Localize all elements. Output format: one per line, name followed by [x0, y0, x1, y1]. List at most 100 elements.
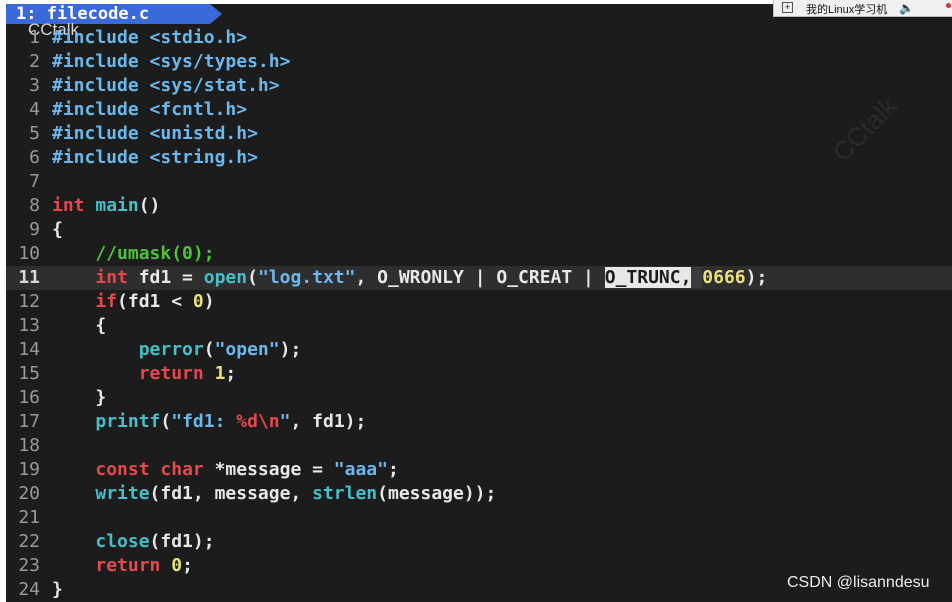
code-text[interactable]: #include <string.h>: [52, 146, 258, 170]
window-title: 我的Linux学习机: [806, 4, 888, 16]
code-line[interactable]: 5 #include <unistd.h>: [6, 122, 952, 146]
code-line[interactable]: 15 return 1;: [6, 362, 952, 386]
line-number: 11: [18, 267, 40, 288]
code-token: );: [745, 267, 768, 288]
code-line[interactable]: 7: [6, 170, 952, 194]
code-text[interactable]: return 1;: [52, 362, 237, 386]
code-line[interactable]: 9{: [6, 218, 952, 242]
code-line[interactable]: 11 int fd1 = open("log.txt", O_WRONLY | …: [6, 266, 952, 290]
code-line[interactable]: 20 write(fd1, message, strlen(message));: [6, 482, 952, 506]
code-text[interactable]: #include <sys/types.h>: [52, 50, 290, 74]
code-line[interactable]: 12 if(fd1 < 0): [6, 290, 952, 314]
code-token: \n: [257, 411, 280, 432]
code-text[interactable]: #include <unistd.h>: [52, 122, 258, 146]
code-token: #include: [52, 75, 150, 96]
record-dot-icon: [946, 3, 951, 8]
code-line[interactable]: 3 #include <sys/stat.h>: [6, 74, 952, 98]
code-text[interactable]: return 0;: [52, 554, 193, 578]
code-token: "fd1:: [171, 411, 237, 432]
code-text[interactable]: }: [52, 578, 63, 602]
code-token: if: [95, 291, 118, 312]
code-line[interactable]: 16 }: [6, 386, 952, 410]
code-line[interactable]: 19 const char *message = "aaa";: [6, 458, 952, 482]
line-number: 21: [18, 507, 40, 528]
line-number: 15: [18, 363, 40, 384]
code-token: "log.txt": [257, 267, 356, 288]
code-line[interactable]: 4 #include <fcntl.h>: [6, 98, 952, 122]
code-token: (: [247, 267, 258, 288]
code-line[interactable]: 1 #include <stdio.h>: [6, 26, 952, 50]
code-line[interactable]: 8 int main(): [6, 194, 952, 218]
code-text[interactable]: if(fd1 < 0): [52, 290, 214, 314]
code-token: (): [138, 195, 161, 216]
code-text[interactable]: #include <fcntl.h>: [52, 98, 247, 122]
code-text[interactable]: {: [52, 314, 106, 338]
code-text[interactable]: }: [52, 386, 106, 410]
code-line[interactable]: 2 #include <sys/types.h>: [6, 50, 952, 74]
code-token: open: [203, 267, 248, 288]
code-token: printf: [95, 411, 161, 432]
code-line[interactable]: 18: [6, 434, 952, 458]
line-number: 2: [29, 51, 40, 72]
code-token: #include: [52, 99, 150, 120]
code-text[interactable]: write(fd1, message, strlen(message));: [52, 482, 496, 506]
line-number: 3: [29, 75, 40, 96]
line-number: 7: [29, 171, 40, 192]
code-token: ": [279, 411, 291, 432]
code-token: perror: [138, 339, 204, 360]
code-token: (fd1);: [149, 531, 215, 552]
code-token: %d: [236, 411, 258, 432]
code-text[interactable]: const char *message = "aaa";: [52, 458, 399, 482]
line-number: 9: [29, 219, 40, 240]
code-token: //umask(0);: [95, 243, 215, 264]
line-number: 17: [18, 411, 40, 432]
code-token: write: [95, 483, 150, 504]
code-token: 0: [171, 555, 183, 576]
code-token: {: [52, 315, 107, 336]
code-line[interactable]: 17 printf("fd1: %d\n", fd1);: [6, 410, 952, 434]
code-area[interactable]: 1 #include <stdio.h> 2 #include <sys/types.…: [6, 26, 952, 602]
code-text[interactable]: int main(): [52, 194, 160, 218]
code-token: <stdio.h>: [149, 27, 248, 48]
text-cursor: [691, 267, 703, 288]
code-text[interactable]: //umask(0);: [52, 242, 215, 266]
code-token: (fd1 <: [117, 291, 193, 312]
code-token: #include: [52, 27, 150, 48]
code-token: <string.h>: [149, 147, 258, 168]
code-text[interactable]: int fd1 = open("log.txt", O_WRONLY | O_C…: [52, 266, 767, 290]
line-number: 12: [18, 291, 40, 312]
code-text[interactable]: #include <sys/stat.h>: [52, 74, 280, 98]
code-text[interactable]: printf("fd1: %d\n", fd1);: [52, 410, 366, 434]
code-token: (fd1, message,: [149, 483, 313, 504]
code-token: ;: [387, 459, 399, 480]
code-line[interactable]: 21: [6, 506, 952, 530]
line-number: 23: [18, 555, 40, 576]
code-line[interactable]: 22 close(fd1);: [6, 530, 952, 554]
code-token: ;: [225, 363, 237, 384]
code-text[interactable]: #include <stdio.h>: [52, 26, 247, 50]
window-pin-icon[interactable]: +: [782, 2, 793, 13]
code-line[interactable]: 14 perror("open");: [6, 338, 952, 362]
code-text[interactable]: close(fd1);: [52, 530, 215, 554]
line-number: 1: [29, 27, 40, 48]
code-line[interactable]: 13 {: [6, 314, 952, 338]
line-number: 20: [18, 483, 40, 504]
speaker-icon[interactable]: 🔈: [899, 1, 914, 15]
code-token: ;: [182, 555, 193, 576]
line-number: 13: [18, 315, 40, 336]
code-token: fd1 =: [127, 267, 204, 288]
code-token: {: [52, 219, 63, 240]
code-text[interactable]: perror("open");: [52, 338, 302, 362]
code-line[interactable]: 6 #include <string.h>: [6, 146, 952, 170]
code-token: int: [52, 195, 85, 216]
code-line[interactable]: 10 //umask(0);: [6, 242, 952, 266]
code-text[interactable]: {: [52, 218, 63, 242]
